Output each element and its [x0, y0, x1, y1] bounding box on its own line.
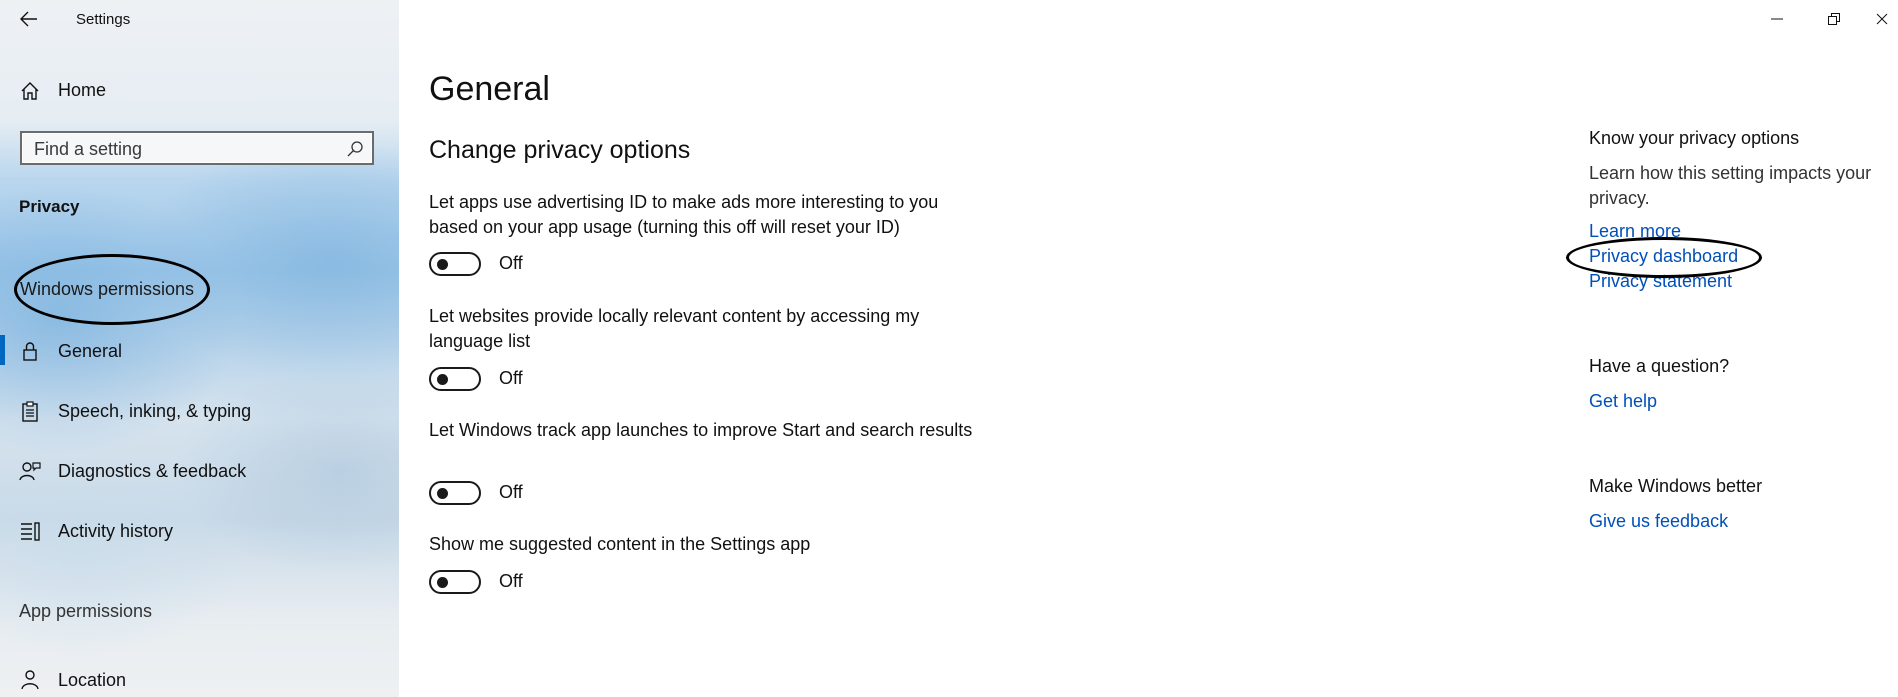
- toggle-switch[interactable]: [429, 481, 481, 505]
- setting-language-list: Let websites provide locally relevant co…: [429, 304, 989, 391]
- main-content: General Change privacy options Let apps …: [399, 0, 1898, 697]
- section-heading-privacy: Privacy: [19, 197, 80, 216]
- toggle-knob: [437, 577, 448, 588]
- setting-description: Show me suggested content in the Setting…: [429, 534, 811, 554]
- setting-suggested-content: Show me suggested content in the Setting…: [429, 532, 989, 594]
- home-icon: [19, 80, 41, 102]
- location-person-icon: [18, 668, 42, 692]
- sidebar-item-diagnostics[interactable]: Diagnostics & feedback: [0, 451, 399, 491]
- sidebar-item-activity-history[interactable]: Activity history: [0, 511, 399, 551]
- make-windows-better-heading: Make Windows better: [1589, 476, 1763, 496]
- know-privacy-text: Learn how this setting impacts your priv…: [1589, 163, 1872, 208]
- person-feedback-icon: [18, 459, 42, 483]
- section-subtitle: Change privacy options: [429, 136, 691, 164]
- toggle-knob: [437, 259, 448, 270]
- sidebar-item-label: Activity history: [58, 521, 174, 541]
- setting-description: Let websites provide locally relevant co…: [429, 306, 920, 351]
- toggle-row: Off: [429, 252, 629, 280]
- section-heading-app-permissions: App permissions: [19, 601, 153, 621]
- sidebar-item-label: Diagnostics & feedback: [58, 461, 247, 481]
- sidebar-item-label: General: [58, 341, 123, 361]
- sidebar-item-location[interactable]: Location: [0, 660, 399, 697]
- toggle-knob: [437, 488, 448, 499]
- toggle-row: Off: [429, 367, 629, 395]
- sidebar-item-label: Location: [58, 670, 127, 690]
- clipboard-icon: [18, 399, 42, 423]
- sidebar-item-general[interactable]: General: [0, 331, 399, 371]
- toggle-state-label: Off: [499, 253, 523, 273]
- close-icon: [1876, 13, 1888, 25]
- toggle-switch[interactable]: [429, 367, 481, 391]
- sidebar-item-home[interactable]: Home: [0, 74, 399, 110]
- minimize-icon: [1771, 18, 1783, 20]
- toggle-state-label: Off: [499, 482, 523, 502]
- question-heading: Have a question?: [1589, 356, 1730, 376]
- toggle-switch[interactable]: [429, 252, 481, 276]
- know-privacy-heading: Know your privacy options: [1589, 128, 1800, 148]
- learn-more-link[interactable]: Learn more: [1589, 221, 1681, 242]
- page-title: General: [429, 70, 550, 108]
- sidebar-item-speech[interactable]: Speech, inking, & typing: [0, 391, 399, 431]
- give-feedback-link[interactable]: Give us feedback: [1589, 511, 1728, 532]
- restore-icon: [1828, 13, 1840, 25]
- toggle-state-label: Off: [499, 368, 523, 388]
- setting-advertising-id: Let apps use advertising ID to make ads …: [429, 190, 989, 276]
- setting-track-app-launches: Let Windows track app launches to improv…: [429, 418, 989, 505]
- search-icon[interactable]: [346, 140, 364, 158]
- activity-icon: [18, 519, 42, 543]
- section-heading-windows-permissions: Windows permissions: [20, 279, 195, 299]
- back-arrow-icon[interactable]: [18, 8, 40, 30]
- get-help-link[interactable]: Get help: [1589, 391, 1657, 412]
- minimize-button[interactable]: [1752, 0, 1802, 38]
- setting-description: Let apps use advertising ID to make ads …: [429, 192, 939, 237]
- restore-button[interactable]: [1809, 0, 1859, 38]
- sidebar: Settings Home Privacy Windows permission…: [0, 0, 399, 697]
- sidebar-item-label: Home: [58, 80, 107, 100]
- setting-description: Let Windows track app launches to improv…: [429, 420, 973, 440]
- toggle-switch[interactable]: [429, 570, 481, 594]
- toggle-knob: [437, 374, 448, 385]
- toggle-state-label: Off: [499, 571, 523, 591]
- privacy-statement-link[interactable]: Privacy statement: [1589, 271, 1732, 292]
- search-field[interactable]: [20, 131, 374, 165]
- toggle-row: Off: [429, 570, 629, 598]
- sidebar-item-label: Speech, inking, & typing: [58, 401, 252, 421]
- app-title: Settings: [76, 11, 131, 28]
- privacy-dashboard-link[interactable]: Privacy dashboard: [1589, 246, 1738, 267]
- active-indicator: [0, 335, 5, 365]
- search-input[interactable]: [34, 137, 334, 161]
- toggle-row: Off: [429, 481, 629, 509]
- lock-icon: [18, 339, 42, 363]
- close-button[interactable]: [1857, 0, 1898, 38]
